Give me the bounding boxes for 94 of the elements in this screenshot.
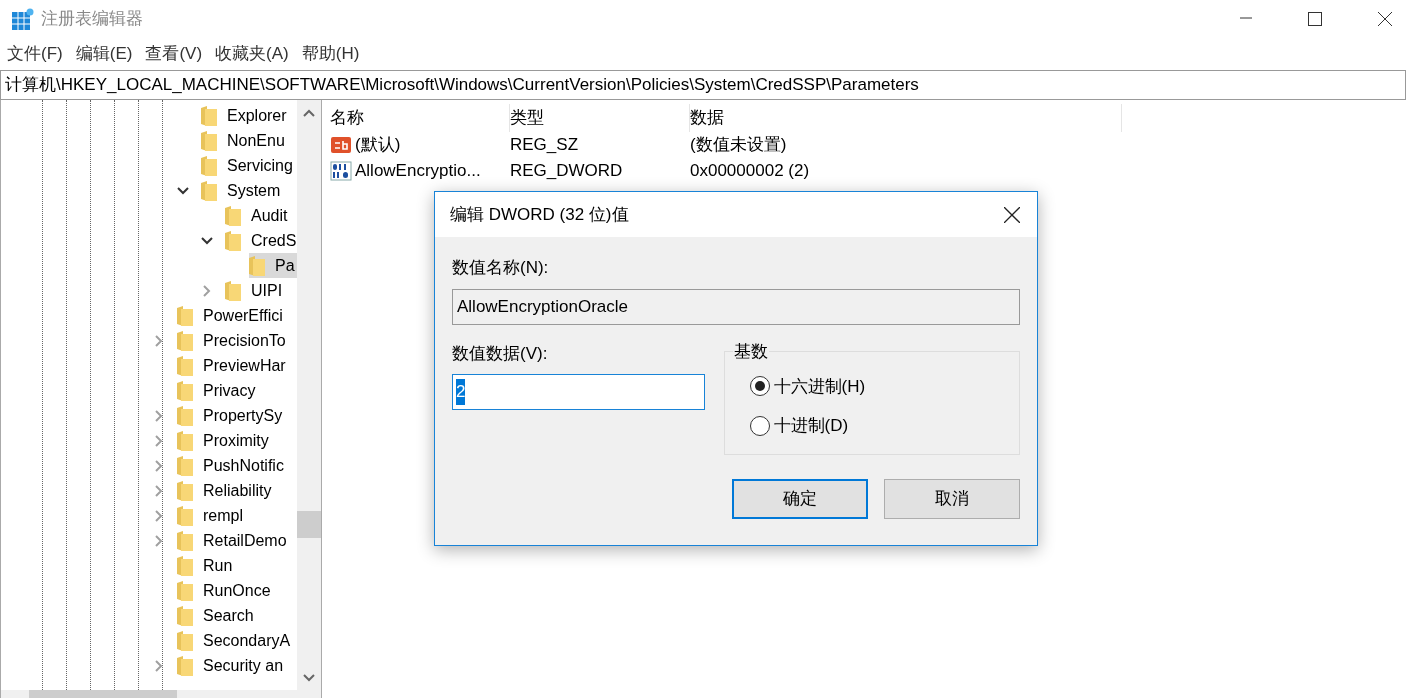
dialog-button[interactable]: 确定 bbox=[732, 478, 868, 519]
folder-icon bbox=[177, 455, 193, 476]
string-value-icon bbox=[330, 134, 352, 156]
tree-item[interactable]: Pa bbox=[249, 253, 297, 278]
address-bar[interactable]: 计算机\HKEY_LOCAL_MACHINE\SOFTWARE\Microsoft\Windows\CurrentVersion\Policies\System\CredSSP\Parameters bbox=[0, 70, 1406, 100]
tree-item[interactable]: PropertySy bbox=[177, 403, 285, 428]
registry-app-icon bbox=[12, 8, 34, 30]
folder-icon bbox=[201, 180, 217, 201]
expand-chevron-icon[interactable] bbox=[153, 484, 165, 497]
value-data-label: 数值数据(V): bbox=[452, 342, 549, 365]
expand-chevron-icon[interactable] bbox=[153, 459, 165, 472]
folder-icon bbox=[177, 305, 193, 326]
radio-button[interactable] bbox=[749, 415, 770, 436]
value-data-field[interactable]: 2 bbox=[452, 374, 705, 410]
tree-item[interactable]: Privacy bbox=[177, 378, 258, 403]
tree-item[interactable]: Run bbox=[177, 553, 235, 578]
folder-icon bbox=[225, 205, 241, 226]
tree-item[interactable]: Audit bbox=[225, 203, 290, 228]
scroll-thumb[interactable] bbox=[297, 511, 321, 538]
tree-item[interactable]: PushNotific bbox=[177, 453, 286, 478]
window-title: 注册表编辑器 bbox=[41, 8, 143, 31]
expand-chevron-icon[interactable] bbox=[153, 334, 165, 347]
folder-icon bbox=[201, 105, 217, 126]
folder-icon bbox=[177, 580, 193, 601]
dialog-button[interactable]: 取消 bbox=[884, 478, 1020, 519]
horizontal-scrollbar[interactable] bbox=[1, 690, 321, 698]
tree-item[interactable]: Proximity bbox=[177, 428, 271, 453]
value-type: REG_SZ bbox=[510, 135, 579, 155]
expand-chevron-icon[interactable] bbox=[153, 534, 165, 547]
folder-icon bbox=[177, 380, 193, 401]
vertical-scrollbar[interactable] bbox=[297, 100, 321, 690]
expand-chevron-icon[interactable] bbox=[153, 409, 165, 422]
value-data: (数值未设置) bbox=[690, 135, 787, 155]
tree-item[interactable]: RetailDemo bbox=[177, 528, 289, 553]
tree-item[interactable]: Explorer bbox=[201, 103, 289, 128]
tree-item[interactable]: Servicing bbox=[201, 153, 295, 178]
tree-item[interactable]: PrecisionTo bbox=[177, 328, 288, 353]
tree-item[interactable]: PowerEffici bbox=[177, 303, 285, 328]
folder-icon bbox=[177, 505, 193, 526]
folder-icon bbox=[177, 330, 193, 351]
maximize-icon[interactable] bbox=[1308, 12, 1322, 26]
scroll-up-icon[interactable] bbox=[303, 109, 315, 117]
folder-icon bbox=[177, 480, 193, 501]
folder-icon bbox=[177, 355, 193, 376]
tree-item[interactable]: rempl bbox=[177, 503, 245, 528]
folder-icon bbox=[177, 605, 193, 626]
tree-item[interactable]: PreviewHar bbox=[177, 353, 288, 378]
close-icon[interactable] bbox=[1378, 12, 1392, 26]
collapse-chevron-icon[interactable] bbox=[177, 184, 189, 197]
menu-item[interactable]: 文件(F) bbox=[7, 41, 63, 67]
tree-item[interactable]: SecondaryA bbox=[177, 628, 293, 653]
tree-item[interactable]: CredS bbox=[225, 228, 298, 253]
folder-icon bbox=[201, 130, 217, 151]
menu-item[interactable]: 查看(V) bbox=[145, 41, 203, 67]
menu-item[interactable]: 收藏夹(A) bbox=[215, 41, 289, 67]
folder-icon bbox=[177, 530, 193, 551]
expand-chevron-icon[interactable] bbox=[153, 659, 165, 672]
folder-icon bbox=[177, 630, 193, 651]
value-data: 0x00000002 (2) bbox=[690, 161, 810, 181]
folder-icon bbox=[249, 255, 265, 276]
folder-icon bbox=[177, 405, 193, 426]
value-name[interactable]: (默认) bbox=[355, 132, 401, 158]
menu-item[interactable]: 编辑(E) bbox=[75, 41, 133, 67]
folder-icon bbox=[201, 155, 217, 176]
folder-icon bbox=[225, 280, 241, 301]
value-type: REG_DWORD bbox=[510, 161, 623, 181]
menu-item[interactable]: 帮助(H) bbox=[301, 41, 360, 67]
folder-icon bbox=[177, 655, 193, 676]
tree-item[interactable]: RunOnce bbox=[177, 578, 273, 603]
value-name-label: 数值名称(N): bbox=[452, 257, 550, 279]
expand-chevron-icon[interactable] bbox=[153, 434, 165, 447]
tree-item[interactable]: Reliability bbox=[177, 478, 274, 503]
radio-label[interactable]: 十六进制(H) bbox=[773, 373, 866, 399]
folder-icon bbox=[177, 555, 193, 576]
column-header[interactable]: 数据 bbox=[690, 105, 724, 131]
dialog-title: 编辑 DWORD (32 位)值 bbox=[450, 203, 629, 226]
collapse-chevron-icon[interactable] bbox=[201, 234, 213, 247]
scroll-down-icon[interactable] bbox=[303, 674, 315, 682]
tree-item[interactable]: NonEnu bbox=[201, 128, 287, 153]
tree-item[interactable]: Search bbox=[177, 603, 256, 628]
radio-label[interactable]: 十进制(D) bbox=[773, 413, 849, 439]
column-header[interactable]: 名称 bbox=[330, 105, 364, 131]
folder-icon bbox=[177, 430, 193, 451]
radio-button[interactable] bbox=[749, 376, 770, 397]
tree-item[interactable]: Security an bbox=[177, 653, 286, 678]
expand-chevron-icon[interactable] bbox=[201, 284, 213, 297]
value-name-field: AllowEncryptionOracle bbox=[452, 288, 1020, 325]
column-header[interactable]: 类型 bbox=[510, 105, 544, 131]
folder-icon bbox=[225, 230, 241, 251]
expand-chevron-icon[interactable] bbox=[153, 509, 165, 522]
value-name[interactable]: AllowEncryptio... bbox=[355, 158, 481, 184]
binary-value-icon bbox=[330, 160, 352, 182]
close-icon[interactable] bbox=[1004, 206, 1020, 223]
tree-item[interactable]: System bbox=[201, 178, 283, 203]
